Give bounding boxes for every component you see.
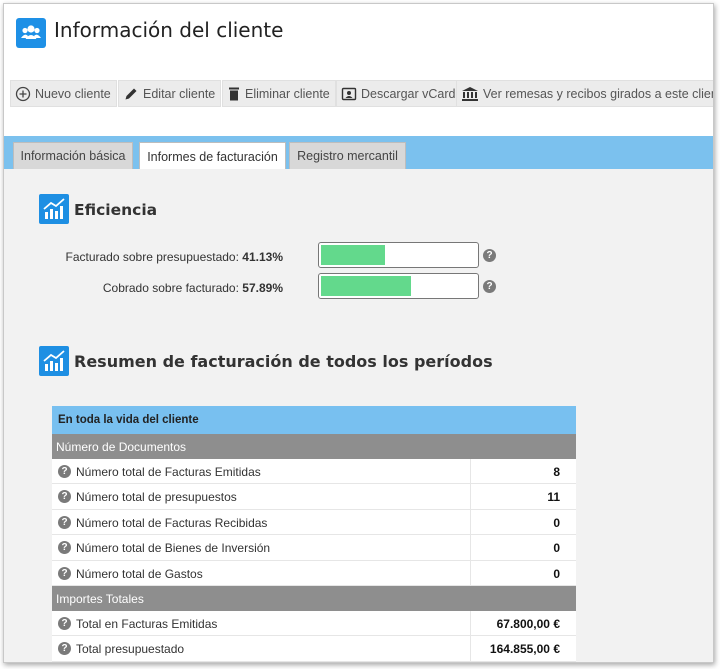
metric-value: 41.13%: [242, 250, 283, 264]
tab-basic-info[interactable]: Información básica: [13, 142, 133, 169]
tab-label: Registro mercantil: [297, 149, 398, 163]
client-info-window: Información del cliente Nuevo cliente Ed…: [3, 3, 714, 663]
row-value: 0: [470, 560, 576, 585]
table-row: ? Total presupuestado 164.855,00 €: [52, 636, 576, 662]
row-value: 8: [470, 459, 576, 484]
edit-client-label: Editar cliente: [143, 86, 216, 101]
metric-text: Cobrado sobre facturado:: [102, 281, 239, 295]
download-vcard-button[interactable]: Descargar vCard: [336, 80, 462, 107]
progress-fill: [321, 276, 411, 296]
efficiency-title: Eficiencia: [74, 201, 158, 219]
chart-icon: [39, 346, 69, 376]
row-label: Número total de Facturas Recibidas: [76, 515, 268, 530]
help-icon[interactable]: ?: [58, 541, 71, 555]
progress-fill: [321, 245, 385, 265]
row-label: Total presupuestado: [76, 642, 185, 657]
toolbar: Nuevo cliente Editar cliente Eliminar cl…: [4, 74, 713, 114]
help-icon[interactable]: ?: [483, 280, 496, 293]
row-label: Número total de Bienes de Inversión: [76, 541, 271, 556]
tab-label: Informes de facturación: [147, 149, 278, 164]
help-icon[interactable]: ?: [58, 490, 71, 504]
tab-commercial-registry[interactable]: Registro mercantil: [289, 142, 406, 169]
billing-summary-table: En toda la vida del cliente Número de Do…: [52, 406, 576, 662]
row-value: 11: [470, 484, 576, 509]
help-icon[interactable]: ?: [58, 515, 71, 529]
row-label: Número total de presupuestos: [76, 490, 237, 505]
pencil-icon: [125, 88, 137, 99]
billing-reports-panel: Eficiencia Facturado sobre presupuestado…: [4, 169, 713, 662]
page-title: Información del cliente: [54, 18, 284, 42]
table-row: ? Número total de presupuestos 11: [52, 484, 576, 510]
users-icon: [16, 18, 46, 48]
delete-client-button[interactable]: Eliminar cliente: [222, 80, 336, 107]
edit-client-button[interactable]: Editar cliente: [118, 80, 222, 107]
metric-label-invoiced-vs-budget: Facturado sobre presupuestado: 41.13%: [13, 250, 284, 264]
help-icon[interactable]: ?: [58, 616, 71, 630]
row-value: 0: [470, 535, 576, 560]
delete-client-label: Eliminar cliente: [245, 86, 330, 101]
row-label: Número total de Facturas Emitidas: [76, 465, 261, 479]
tab-billing-reports[interactable]: Informes de facturación: [139, 142, 286, 170]
row-value: 164.855,00 €: [470, 636, 576, 661]
progress-bar-collected-vs-invoiced: [318, 273, 479, 299]
row-value: 67.800,00 €: [470, 610, 576, 636]
row-label: Número total de Gastos: [76, 566, 203, 581]
table-row: ? Número total de Bienes de Inversión 0: [52, 535, 576, 561]
row-value: 0: [470, 509, 576, 535]
tab-bar: Información básica Informes de facturaci…: [4, 136, 713, 170]
table-row: ? Número total de Gastos 0: [52, 560, 576, 586]
summary-title: Resumen de facturación de todos los perí…: [74, 352, 493, 371]
plus-circle-icon: [15, 86, 31, 101]
progress-bar-invoiced-vs-budget: [318, 242, 479, 268]
tab-label: Información básica: [20, 149, 126, 163]
view-remittances-label: Ver remesas y recibos girados a este cli…: [483, 86, 714, 101]
metric-value: 57.89%: [242, 281, 283, 295]
table-row: ? Número total de Facturas Emitidas 8: [52, 459, 576, 485]
view-remittances-button[interactable]: Ver remesas y recibos girados a este cli…: [456, 80, 714, 107]
group-header-totals: Importes Totales: [52, 585, 576, 611]
chart-icon: [39, 194, 69, 224]
trash-icon: [229, 87, 239, 100]
row-label: Total en Facturas Emitidas: [76, 616, 218, 631]
new-client-label: Nuevo cliente: [35, 86, 111, 101]
download-vcard-label: Descargar vCard: [361, 86, 456, 101]
help-icon[interactable]: ?: [483, 249, 496, 262]
table-row: ? Número total de Facturas Recibidas 0: [52, 509, 576, 536]
vcard-icon: [341, 87, 357, 100]
page-header: Información del cliente: [4, 4, 713, 66]
table-row: ? Total en Facturas Emitidas 67.800,00 €: [52, 610, 576, 637]
group-header-documents: Número de Documentos: [52, 434, 576, 459]
help-icon[interactable]: ?: [58, 642, 71, 656]
metric-label-collected-vs-invoiced: Cobrado sobre facturado: 57.89%: [13, 281, 283, 295]
help-icon[interactable]: ?: [58, 566, 71, 580]
new-client-button[interactable]: Nuevo cliente: [10, 80, 117, 107]
metric-text: Facturado sobre presupuestado:: [65, 250, 239, 264]
table-header: En toda la vida del cliente: [52, 406, 576, 434]
help-icon[interactable]: ?: [58, 465, 71, 478]
bank-icon: [462, 86, 478, 101]
